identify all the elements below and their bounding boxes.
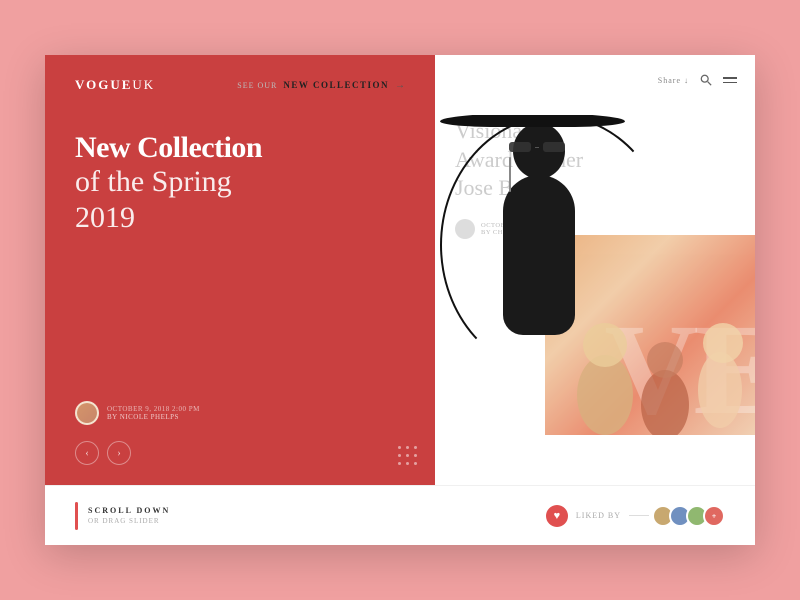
share-arrow-icon: ↓ bbox=[684, 76, 689, 85]
scroll-down-label: SCROLL DOWN bbox=[88, 506, 170, 515]
mannequin-figure bbox=[435, 115, 655, 405]
panel-arrows: ‹ › bbox=[75, 441, 405, 465]
torso bbox=[503, 175, 575, 335]
prev-arrow-button[interactable]: ‹ bbox=[75, 441, 99, 465]
center-nav: SEE OUR NEW COLLECTION → bbox=[237, 80, 405, 91]
liked-section: ♥ LIKED BY + bbox=[546, 505, 725, 527]
chevron-left-icon: ‹ bbox=[85, 448, 88, 459]
see-our-label: SEE OUR bbox=[237, 81, 277, 90]
scroll-sub-label: OR DRAG SLIDER bbox=[88, 517, 170, 525]
scroll-indicator-line bbox=[75, 502, 78, 530]
nav-bar: VOGUE UK SEE OUR NEW COLLECTION → bbox=[75, 77, 405, 93]
top-section: VOGUE UK SEE OUR NEW COLLECTION → New Co… bbox=[45, 55, 755, 485]
menu-line-2 bbox=[723, 82, 737, 84]
bottom-bar: SCROLL DOWN OR DRAG SLIDER ♥ LIKED BY + bbox=[45, 485, 755, 545]
heart-icon[interactable]: ♥ bbox=[546, 505, 568, 527]
new-collection-nav-label[interactable]: NEW COLLECTION bbox=[283, 80, 389, 90]
menu-line-1 bbox=[723, 77, 737, 79]
logo-uk: UK bbox=[132, 77, 155, 93]
liked-avatar-4: + bbox=[703, 505, 725, 527]
author-row: OCTOBER 9, 2018 2:00 PM BY NICOLE PHELPS bbox=[75, 401, 405, 425]
avatar-group: + bbox=[657, 505, 725, 527]
plus-icon: + bbox=[709, 511, 719, 521]
author-name: BY NICOLE PHELPS bbox=[107, 413, 200, 421]
liked-dash-divider bbox=[629, 515, 649, 516]
avatar bbox=[75, 401, 99, 425]
scroll-down-section: SCROLL DOWN OR DRAG SLIDER bbox=[75, 502, 170, 530]
author-info: OCTOBER 9, 2018 2:00 PM BY NICOLE PHELPS bbox=[107, 405, 200, 421]
nav-arrow-icon: → bbox=[395, 80, 405, 91]
search-icon-button[interactable] bbox=[699, 73, 713, 87]
share-label-text: Share bbox=[658, 76, 681, 85]
browser-window: VOGUE UK SEE OUR NEW COLLECTION → New Co… bbox=[45, 55, 755, 545]
hat-brim-wide bbox=[440, 115, 625, 127]
chevron-right-icon: › bbox=[117, 448, 120, 459]
fashion-image-area: VE bbox=[435, 115, 755, 435]
logo-vogue: VOGUE bbox=[75, 77, 132, 93]
red-panel: VOGUE UK SEE OUR NEW COLLECTION → New Co… bbox=[45, 55, 435, 485]
heading-new-collection: New Collection bbox=[75, 131, 405, 164]
liked-by-label: LIKED BY bbox=[576, 511, 621, 520]
avatar-inner bbox=[77, 403, 97, 423]
main-heading: New Collection of the Spring 2019 bbox=[75, 131, 405, 383]
grid-dots-decoration bbox=[398, 446, 419, 467]
white-top-bar: Share ↓ bbox=[658, 73, 737, 87]
heading-year: 2019 bbox=[75, 200, 405, 236]
earring-chain bbox=[509, 157, 511, 192]
author-date: OCTOBER 9, 2018 2:00 PM bbox=[107, 405, 200, 413]
main-content: VOGUE UK SEE OUR NEW COLLECTION → New Co… bbox=[45, 55, 755, 545]
scroll-text-group: SCROLL DOWN OR DRAG SLIDER bbox=[88, 506, 170, 525]
share-button[interactable]: Share ↓ bbox=[658, 76, 689, 85]
next-arrow-button[interactable]: › bbox=[107, 441, 131, 465]
white-panel: Share ↓ bbox=[435, 55, 755, 485]
logo: VOGUE UK bbox=[75, 77, 155, 93]
sunglasses bbox=[509, 141, 569, 153]
hamburger-menu-button[interactable] bbox=[723, 77, 737, 83]
heading-sub: of the Spring bbox=[75, 164, 405, 200]
svg-text:+: + bbox=[712, 512, 717, 521]
search-icon bbox=[700, 74, 712, 86]
